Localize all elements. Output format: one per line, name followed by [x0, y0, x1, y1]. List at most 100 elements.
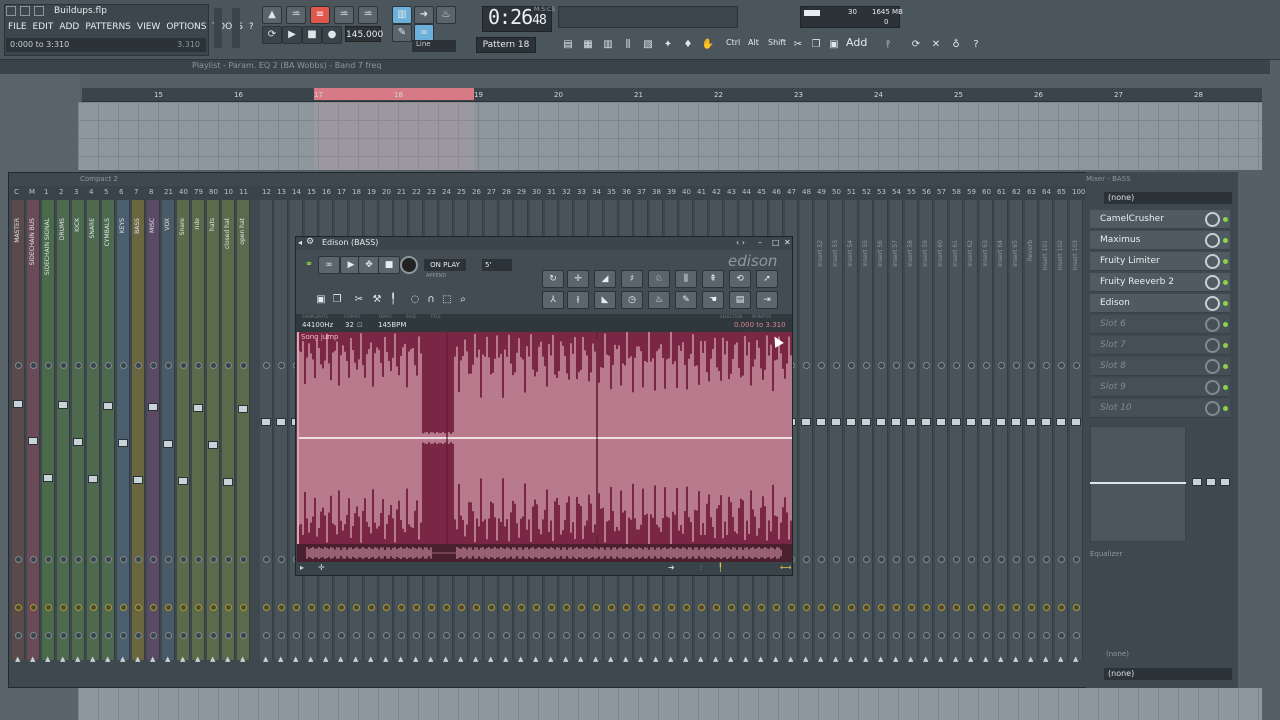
send-knob[interactable]	[30, 632, 37, 639]
stereo-knob[interactable]	[1013, 556, 1020, 563]
fx-enable-knob[interactable]	[1013, 604, 1020, 611]
mixer-track[interactable]	[890, 200, 903, 660]
mixer-track[interactable]	[132, 200, 145, 660]
fx-enable-knob[interactable]	[240, 604, 247, 611]
volume-fader[interactable]	[238, 405, 248, 413]
stereo-knob[interactable]	[953, 556, 960, 563]
loop-icon[interactable]: ⟳	[262, 26, 282, 44]
menu-patterns[interactable]: PATTERNS	[85, 22, 131, 36]
fx-enable-knob[interactable]	[713, 604, 720, 611]
send-knob[interactable]	[135, 632, 142, 639]
stereo-knob[interactable]	[135, 556, 142, 563]
fx-enable-knob[interactable]	[458, 604, 465, 611]
clip-icon[interactable]: ♘	[648, 270, 670, 288]
mixer-track[interactable]	[12, 200, 25, 660]
pan-knob[interactable]	[165, 362, 172, 369]
menu-options[interactable]: OPTIONS	[166, 22, 206, 36]
fx-enable-knob[interactable]	[120, 604, 127, 611]
send-knob[interactable]	[743, 632, 750, 639]
route-arrow-icon[interactable]: ▲	[878, 655, 883, 663]
volume-fader[interactable]	[891, 418, 901, 426]
send-knob[interactable]	[998, 632, 1005, 639]
send-knob[interactable]	[653, 632, 660, 639]
pianoroll-icon[interactable]: ▦	[580, 36, 596, 54]
stereo-knob[interactable]	[968, 556, 975, 563]
send-knob[interactable]	[263, 632, 270, 639]
send-knob[interactable]	[1058, 632, 1065, 639]
mix-knob[interactable]	[1205, 233, 1220, 248]
mix-knob[interactable]	[1205, 338, 1220, 353]
mixer-track[interactable]	[147, 200, 160, 660]
mixer-track[interactable]	[830, 200, 843, 660]
fx-enable-knob[interactable]	[30, 604, 37, 611]
pan-knob[interactable]	[120, 362, 127, 369]
route-arrow-icon[interactable]: ▲	[1013, 655, 1018, 663]
send-knob[interactable]	[578, 632, 585, 639]
slot-led[interactable]	[1223, 301, 1228, 306]
mixer-track[interactable]	[905, 200, 918, 660]
fx-enable-knob[interactable]	[293, 604, 300, 611]
route-arrow-icon[interactable]: ▲	[308, 655, 313, 663]
samplerate-value[interactable]: 44100Hz	[302, 321, 333, 329]
volume-fader[interactable]	[936, 418, 946, 426]
send-knob[interactable]	[15, 632, 22, 639]
route-arrow-icon[interactable]: ▲	[938, 655, 943, 663]
send-knob[interactable]	[938, 632, 945, 639]
menu-edit[interactable]: EDIT	[33, 22, 54, 36]
mixer-track[interactable]	[845, 200, 858, 660]
route-arrow-icon[interactable]: ▲	[548, 655, 553, 663]
nav-arrows-icon[interactable]: ‹ ›	[736, 238, 745, 247]
volume-fader[interactable]	[1056, 418, 1066, 426]
mix-knob[interactable]	[1205, 296, 1220, 311]
volume-fader[interactable]	[876, 418, 886, 426]
fx-enable-knob[interactable]	[788, 604, 795, 611]
send-knob[interactable]	[683, 632, 690, 639]
alt-key[interactable]: Alt	[748, 38, 759, 47]
send-knob[interactable]	[533, 632, 540, 639]
fx-enable-knob[interactable]	[195, 604, 202, 611]
refresh-icon[interactable]: ⟳	[908, 36, 924, 54]
stereo-knob[interactable]	[45, 556, 52, 563]
pan-knob[interactable]	[968, 362, 975, 369]
close-icon[interactable]: ✕	[784, 238, 791, 247]
pattern-mode-button[interactable]: ▲	[262, 6, 282, 24]
record-button[interactable]	[400, 256, 418, 274]
send-knob[interactable]	[803, 632, 810, 639]
fx-enable-knob[interactable]	[878, 604, 885, 611]
master-pitch-slider[interactable]	[232, 8, 240, 48]
send-knob[interactable]	[105, 632, 112, 639]
fx-enable-knob[interactable]	[60, 604, 67, 611]
route-arrow-icon[interactable]: ▲	[1058, 655, 1063, 663]
fx-enable-knob[interactable]	[908, 604, 915, 611]
fx-enable-knob[interactable]	[180, 604, 187, 611]
send-knob[interactable]	[758, 632, 765, 639]
pan-knob[interactable]	[278, 362, 285, 369]
fx-enable-knob[interactable]	[473, 604, 480, 611]
pan-knob[interactable]	[1058, 362, 1065, 369]
save-file-icon[interactable]: ▤	[729, 291, 751, 309]
master-volume-slider[interactable]	[214, 8, 222, 48]
mix-knob[interactable]	[1205, 275, 1220, 290]
route-arrow-icon[interactable]: ▲	[30, 655, 35, 663]
stereo-knob[interactable]	[848, 556, 855, 563]
fx-enable-knob[interactable]	[668, 604, 675, 611]
playlist-icon[interactable]: ▤	[560, 36, 576, 54]
fx-enable-knob[interactable]	[638, 604, 645, 611]
pan-knob[interactable]	[893, 362, 900, 369]
volume-fader[interactable]	[921, 418, 931, 426]
fx-enable-knob[interactable]	[150, 604, 157, 611]
mixer-track[interactable]	[950, 200, 963, 660]
stereo-knob[interactable]	[60, 556, 67, 563]
fx-enable-knob[interactable]	[518, 604, 525, 611]
stereo-knob[interactable]	[1043, 556, 1050, 563]
volume-fader[interactable]	[861, 418, 871, 426]
route-arrow-icon[interactable]: ▲	[908, 655, 913, 663]
route-arrow-icon[interactable]: ▲	[608, 655, 613, 663]
mic-icon[interactable]: ♨	[436, 6, 456, 24]
pan-knob[interactable]	[1028, 362, 1035, 369]
route-arrow-icon[interactable]: ▲	[983, 655, 988, 663]
mixer-track[interactable]	[965, 200, 978, 660]
volume-fader[interactable]	[43, 474, 53, 482]
send-knob[interactable]	[1013, 632, 1020, 639]
fx-enable-knob[interactable]	[428, 604, 435, 611]
